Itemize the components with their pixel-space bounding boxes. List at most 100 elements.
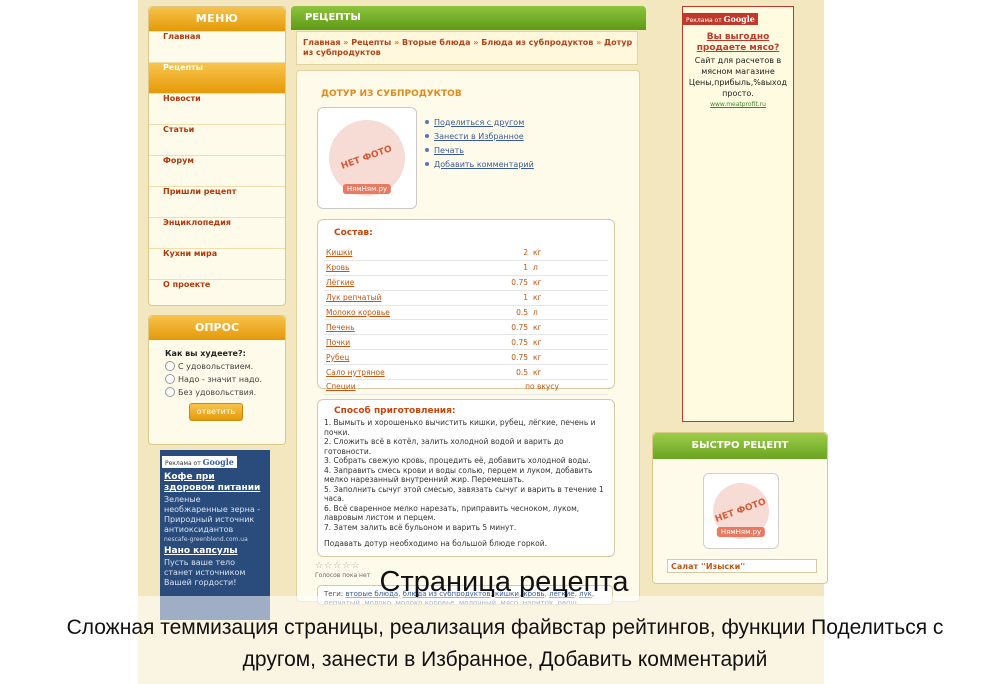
ad-badge[interactable]: Реклама от Google — [162, 456, 237, 468]
poll-option-label: Надо - значит надо. — [178, 374, 262, 384]
ad-right-block: Реклама от Google Вы выгодно продаете мя… — [682, 6, 794, 422]
menu-item[interactable]: Рецепты — [149, 62, 285, 93]
menu-item[interactable]: Энциклопедия — [149, 217, 285, 248]
method-box: Способ приготовления: 1. Вымыть и хороше… — [317, 399, 615, 557]
menu-item[interactable]: Пришли рецепт — [149, 186, 285, 217]
ingredient-name[interactable]: Молоко коровье — [324, 305, 476, 321]
ingredient-unit: л — [528, 305, 608, 321]
recipe-action-label: Поделиться с другом — [434, 117, 525, 127]
ingredient-unit: кг — [528, 334, 608, 351]
ingredient-name[interactable]: Почки — [324, 334, 476, 351]
breadcrumb-separator: » — [470, 38, 482, 47]
ad-left-title[interactable]: Нано капсулы — [160, 543, 270, 557]
menu-item[interactable]: О проекте — [149, 279, 285, 310]
ingredient-qty: 0.5 — [476, 305, 528, 321]
ingredient-name[interactable]: Рубец — [324, 349, 476, 366]
bullet-icon — [425, 148, 429, 152]
menu-item[interactable]: Главная — [149, 31, 285, 62]
menu-item[interactable]: Статьи — [149, 124, 285, 155]
ad-left-title[interactable]: Кофе при здоровом питании — [160, 469, 270, 494]
menu-item[interactable]: Форум — [149, 155, 285, 186]
recipe-action-label: Занести в Избранное — [434, 131, 524, 141]
ingredient-name[interactable]: Сало нутряное — [324, 364, 476, 381]
ingredient-row: Почки 0.75 кг — [324, 334, 608, 351]
recipe-action-link[interactable]: Добавить комментарий — [425, 157, 534, 171]
ingredients-title: Состав: — [334, 228, 373, 238]
ingredient-qty: 0.75 — [476, 275, 528, 291]
no-photo-chef-icon: НЕТ ФОТО НямНям.ру — [329, 120, 405, 196]
breadcrumb: Главная » Рецепты » Вторые блюда » Блюда… — [296, 31, 638, 65]
radio-button[interactable] — [165, 361, 175, 371]
menu-item[interactable]: Новости — [149, 93, 285, 124]
ingredient-unit: кг — [528, 290, 608, 306]
poll-option[interactable]: Без удовольствия. — [149, 384, 285, 397]
ingredient-row: Кишки 2 кг — [324, 246, 608, 261]
ad-right-text: Сайт для расчетов в мясном магазине Цены… — [688, 56, 788, 98]
breadcrumb-item[interactable]: Блюда из субпродуктов — [481, 38, 593, 47]
radio-button[interactable] — [165, 374, 175, 384]
method-title: Способ приготовления: — [334, 406, 456, 416]
ingredient-qty: 0.75 — [476, 319, 528, 336]
ingredient-name[interactable]: Специи — [324, 379, 476, 395]
ingredient-row: Лук репчатый 1 кг — [324, 290, 608, 306]
recipe-action-label: Добавить комментарий — [434, 159, 534, 169]
recipe-content: ДОТУР ИЗ СУБПРОДУКТОВ НЕТ ФОТО НямНям.ру… — [296, 70, 640, 605]
bullet-icon — [425, 162, 429, 166]
quick-no-photo-brand: НямНям.ру — [716, 527, 766, 537]
ad-right-badge-label: Реклама от — [686, 17, 722, 24]
ingredient-qty: 2 — [476, 246, 528, 261]
ingredient-name[interactable]: Кровь — [324, 260, 476, 276]
ad-left-url[interactable]: nescafe-greenblend.com.ua — [160, 535, 270, 543]
poll-panel: ОПРОС Как вы худеете?: С удовольствием. Н… — [148, 315, 286, 445]
breadcrumb-item[interactable]: Рецепты — [351, 38, 391, 47]
method-step: 7. Затем залить всё бульоном и варить 5 … — [324, 522, 517, 532]
ingredient-unit: кг — [528, 364, 608, 381]
recipe-action-link[interactable]: Поделиться с другом — [425, 115, 534, 129]
ingredient-row: Рубец 0.75 кг — [324, 349, 608, 366]
method-step: 2. Сложить всё в котёл, залить холодной … — [324, 437, 564, 456]
ingredient-qty: 0.75 — [476, 349, 528, 366]
ad-right-badge-brand: Google — [723, 14, 755, 24]
ingredient-row: Лёгкие 0.75 кг — [324, 275, 608, 291]
poll-options: С удовольствием. Надо - значит надо. Без у… — [149, 358, 285, 397]
recipe-action-link[interactable]: Занести в Избранное — [425, 129, 534, 143]
caption-title: Страница рецепта — [379, 566, 629, 598]
poll-option[interactable]: С удовольствием. — [149, 358, 285, 371]
bullet-icon — [425, 134, 429, 138]
method-step: 6. Всё сваренное мелко нарезать, приправ… — [324, 503, 580, 523]
poll-question: Как вы худеете?: — [165, 349, 246, 358]
ingredient-unit: кг — [528, 246, 608, 261]
caption-subtitle: Сложная теммизация страницы, реализация … — [66, 616, 944, 671]
breadcrumb-separator: » — [593, 38, 605, 47]
ingredient-unit: л — [528, 260, 608, 276]
quick-recipe-header: БЫСТРО РЕЦЕПТ — [653, 433, 827, 459]
ingredient-row: Молоко коровье 0.5 л — [324, 305, 608, 321]
ingredient-row: Кровь 1 л — [324, 260, 608, 276]
ingredient-unit: кг — [528, 349, 608, 366]
menu-item[interactable]: Кухни мира — [149, 248, 285, 279]
ingredient-row: Сало нутряное 0.5 кг — [324, 364, 608, 381]
no-photo-label: НЕТ ФОТО — [340, 144, 394, 172]
recipe-action-link[interactable]: Печать — [425, 143, 534, 157]
ad-right-badge[interactable]: Реклама от Google — [683, 13, 758, 25]
breadcrumb-item[interactable]: Вторые блюда — [402, 38, 470, 47]
serving-note: Подавать дотур необходимо на большой блю… — [324, 539, 547, 548]
quick-no-photo-label: НЕТ ФОТО — [714, 497, 768, 525]
ingredient-name[interactable]: Лук репчатый — [324, 290, 476, 306]
poll-submit-button[interactable]: ответить — [189, 403, 243, 421]
ad-badge-brand: Google — [202, 457, 234, 467]
breadcrumb-item[interactable]: Главная — [303, 38, 340, 47]
poll-option[interactable]: Надо - значит надо. — [149, 371, 285, 384]
ad-left-text: Зеленые необжаренные зерна - Природный и… — [164, 495, 261, 534]
ingredient-name[interactable]: Лёгкие — [324, 275, 476, 291]
method-step: 1. Вымыть и хорошенько вычистить кишки, … — [324, 418, 596, 437]
radio-button[interactable] — [165, 387, 175, 397]
ad-right-url[interactable]: www.meatprofit.ru — [683, 99, 793, 108]
ingredient-name[interactable]: Печень — [324, 319, 476, 336]
ad-right-title[interactable]: Вы выгодно продаете мясо? — [683, 26, 793, 54]
quick-no-photo-icon: НЕТ ФОТО НямНям.ру — [713, 483, 769, 539]
quick-recipe-photo[interactable]: НЕТ ФОТО НямНям.ру — [703, 473, 779, 549]
ingredient-row: Печень 0.75 кг — [324, 319, 608, 336]
ingredient-name[interactable]: Кишки — [324, 246, 476, 261]
poll-option-label: С удовольствием. — [178, 361, 254, 371]
